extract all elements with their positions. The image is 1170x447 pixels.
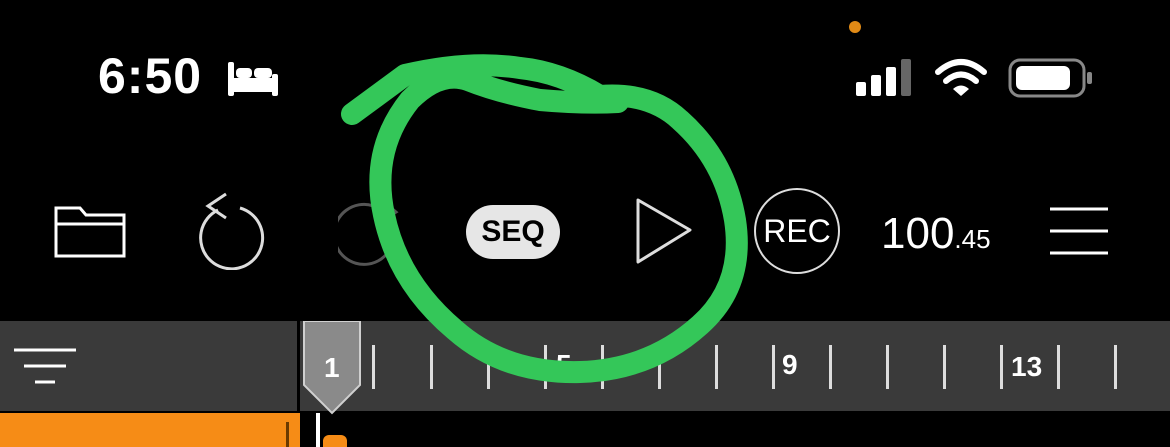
annotation-scribble <box>341 54 748 384</box>
